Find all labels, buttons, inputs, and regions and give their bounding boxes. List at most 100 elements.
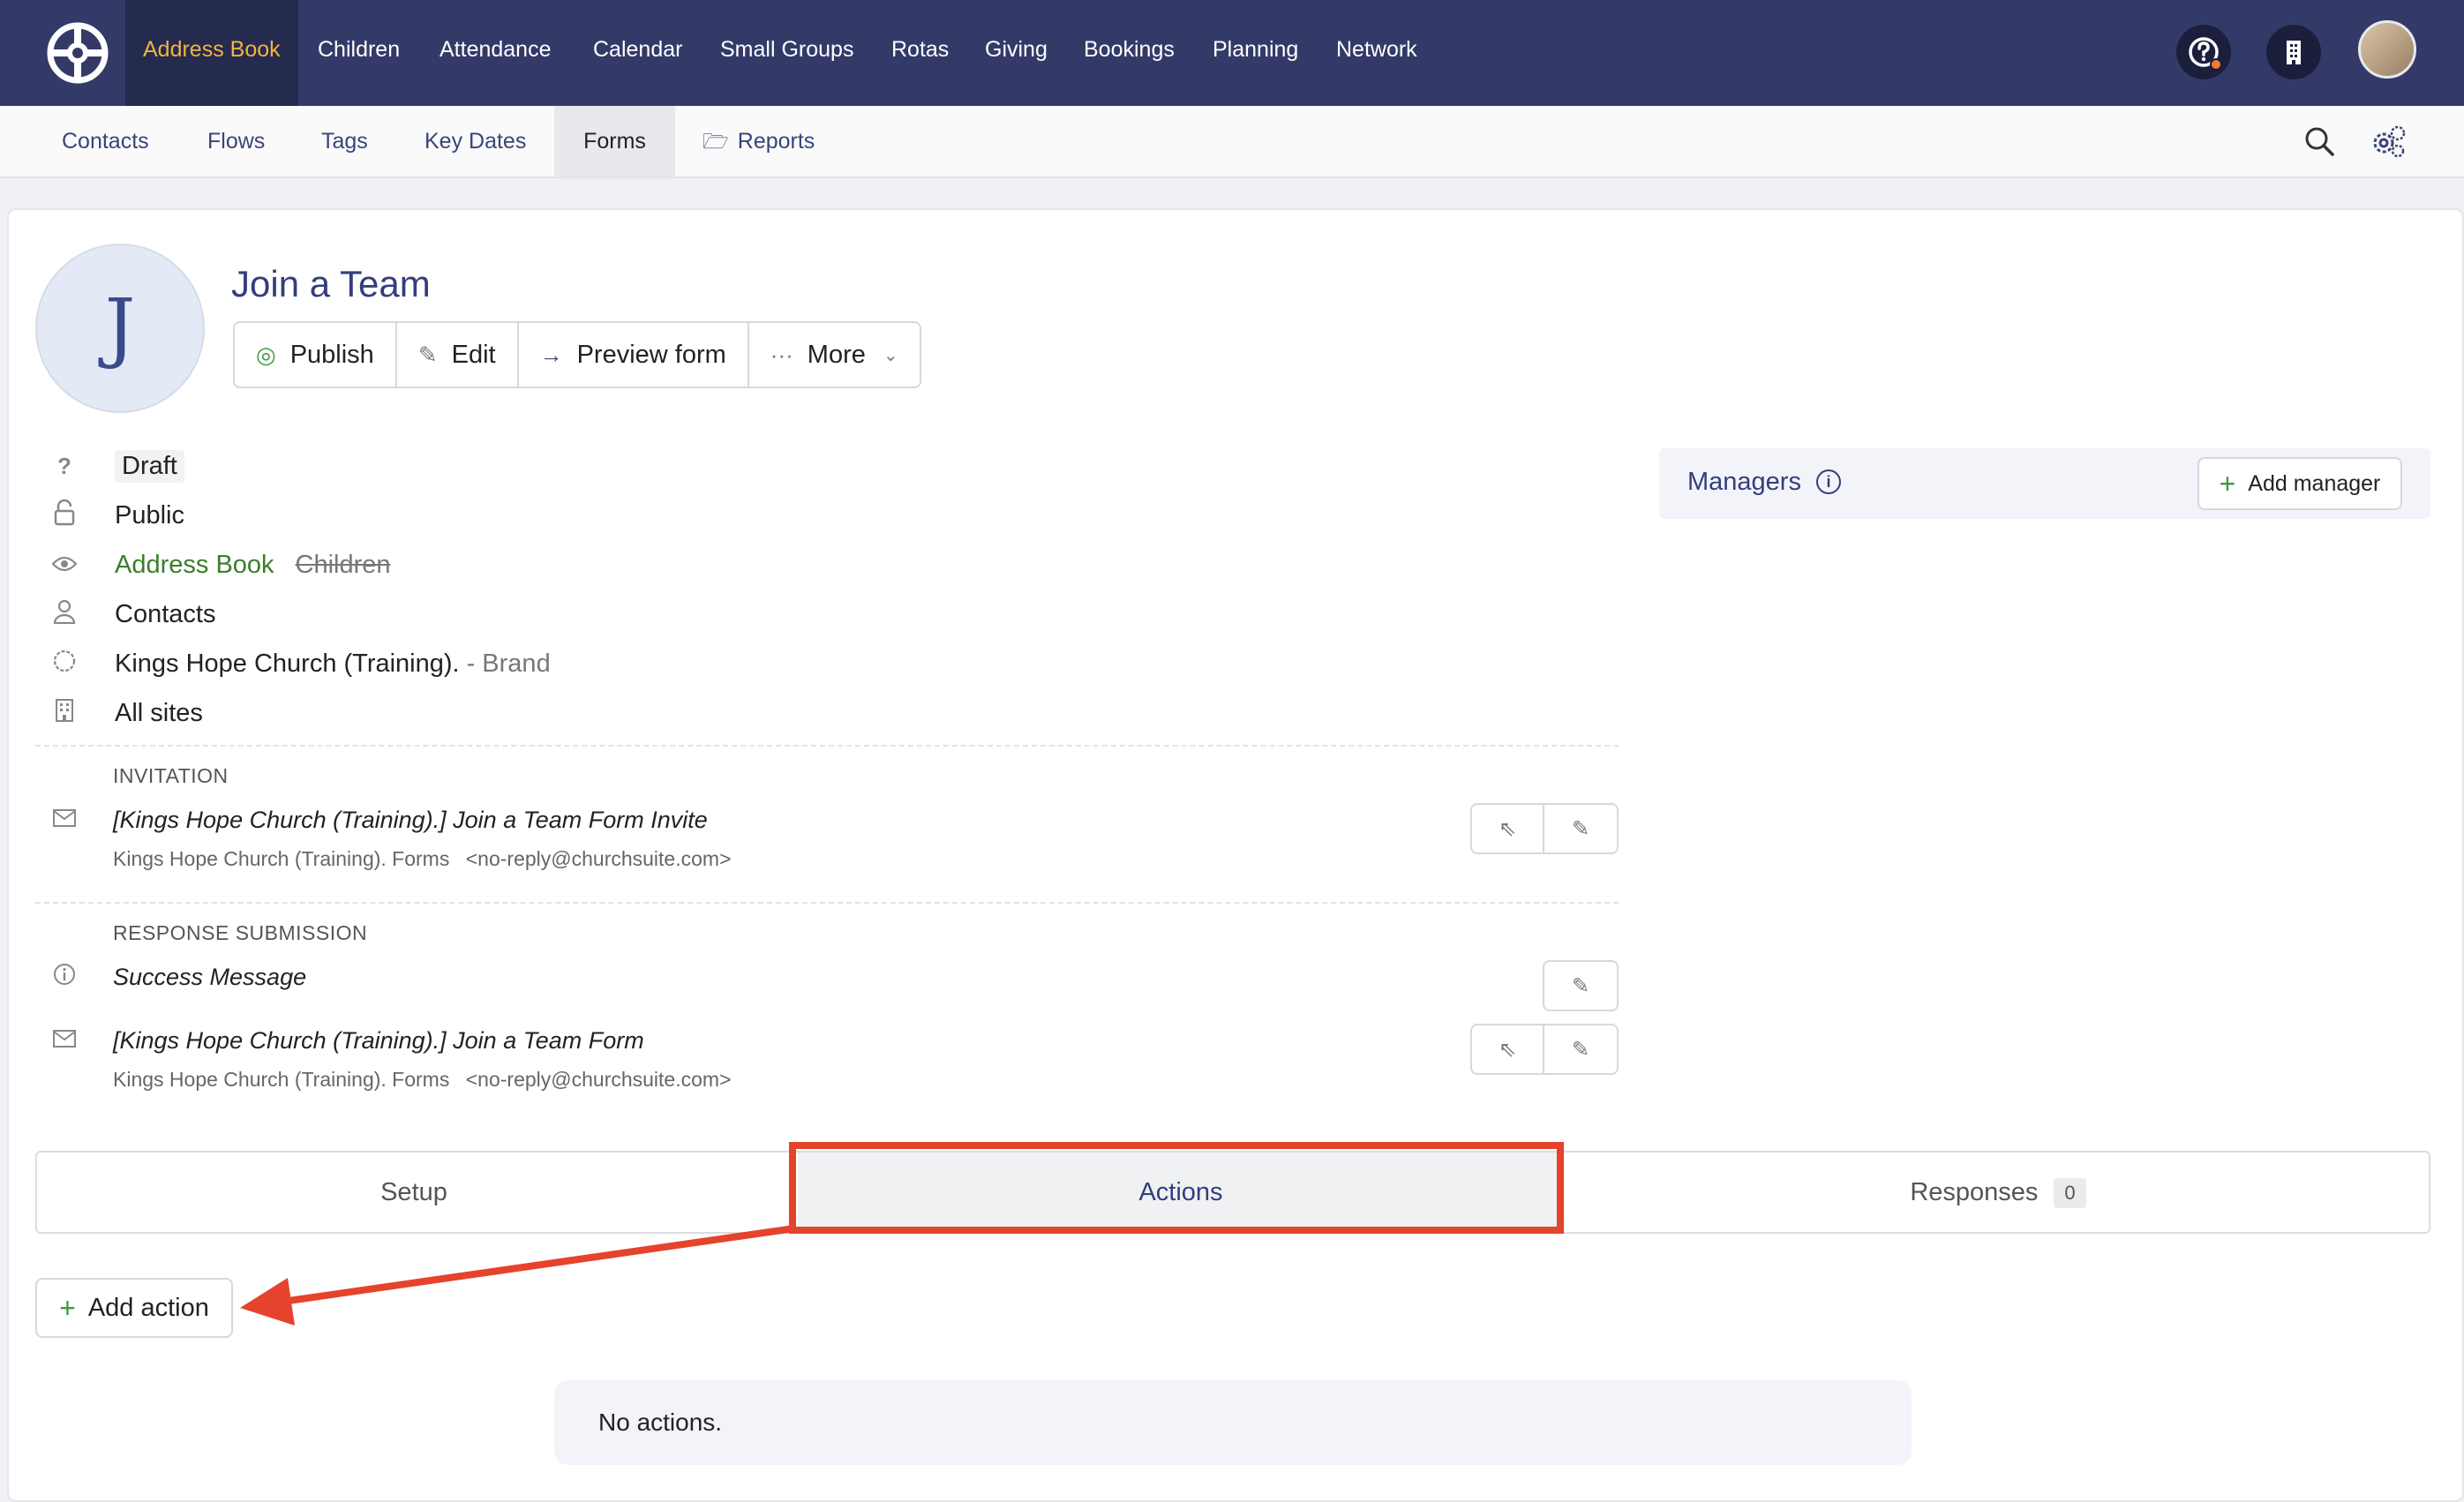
page-title: Join a Team [231, 263, 431, 304]
nav-bookings[interactable]: Bookings [1084, 0, 1175, 106]
response-subject: [Kings Hope Church (Training).] Join a T… [113, 1027, 644, 1054]
audience-row: Contacts [49, 597, 215, 632]
nav-planning[interactable]: Planning [1213, 0, 1298, 106]
nav-attendance[interactable]: Attendance [439, 0, 552, 106]
help-icon [2189, 37, 2222, 71]
publish-label: Publish [289, 340, 374, 369]
envelope-icon [49, 807, 79, 834]
tab-setup[interactable]: Setup [37, 1153, 791, 1232]
add-action-button[interactable]: + Add action [35, 1278, 233, 1338]
preview-form-button[interactable]: → Preview form [519, 323, 749, 387]
empty-actions-message: No actions. [554, 1380, 1912, 1465]
invitation-send-button[interactable]: ⇖ [1472, 805, 1544, 852]
nav-giving[interactable]: Giving [985, 0, 1048, 106]
help-button[interactable] [2176, 25, 2231, 79]
top-navigation: Address Book Children Attendance Calenda… [0, 0, 2464, 106]
edit-label: Edit [451, 340, 496, 369]
modules-row: Address Book Children [49, 547, 391, 582]
plus-icon: + [59, 1292, 76, 1324]
managers-panel: Managers i + Add manager [1659, 448, 2430, 519]
response-edit-button[interactable]: ✎ [1544, 1025, 1617, 1073]
form-action-buttons: ◎ Publish ✎ Edit → Preview form ··· More… [233, 321, 921, 388]
visibility-row: Public [49, 498, 184, 533]
audience-value: Contacts [115, 599, 216, 628]
response-from: Kings Hope Church (Training). Forms <no-… [113, 1068, 732, 1092]
tab-responses[interactable]: Responses 0 [1564, 1153, 2432, 1232]
brand-name: Kings Hope Church (Training). [115, 649, 460, 678]
subnav-reports[interactable]: 🗁 Reports [702, 106, 815, 176]
question-icon: ? [57, 452, 71, 479]
edit-button[interactable]: ✎ Edit [397, 323, 519, 387]
success-message: Success Message [113, 964, 307, 990]
subnav-flows[interactable]: Flows [207, 106, 265, 176]
nav-small-groups[interactable]: Small Groups [720, 0, 853, 106]
brand-circle-icon [49, 649, 79, 680]
nav-address-book[interactable]: Address Book [125, 0, 298, 106]
tab-responses-label: Responses [1910, 1178, 2039, 1206]
pencil-icon: ✎ [417, 341, 438, 368]
plus-icon: + [2219, 468, 2236, 499]
cursor-pointer-icon: ⇖ [1498, 1037, 1517, 1062]
info-icon [49, 962, 79, 993]
response-label: RESPONSE SUBMISSION [113, 921, 368, 944]
sites-button[interactable] [2266, 25, 2321, 79]
subnav-tags[interactable]: Tags [321, 106, 368, 176]
managers-label: Managers [1687, 468, 1801, 496]
nav-children[interactable]: Children [318, 0, 400, 106]
nav-calendar[interactable]: Calendar [593, 0, 682, 106]
arrow-right-icon: → [539, 341, 563, 368]
brand-row: Kings Hope Church (Training). - Brand [49, 646, 551, 681]
envelope-icon [49, 1027, 79, 1055]
subnav-contacts[interactable]: Contacts [62, 106, 149, 176]
search-icon[interactable] [2303, 125, 2335, 157]
response-from-name: Kings Hope Church (Training). Forms [113, 1068, 450, 1091]
form-avatar: J [35, 244, 205, 413]
building-outline-icon [49, 698, 79, 729]
churchsuite-logo-icon[interactable] [46, 21, 109, 85]
divider [35, 745, 1619, 747]
response-from-email: <no-reply@churchsuite.com> [465, 1068, 732, 1091]
sites-value: All sites [115, 698, 203, 727]
building-icon [2287, 41, 2301, 64]
invitation-from-name: Kings Hope Church (Training). Forms [113, 847, 450, 870]
add-manager-label: Add manager [2248, 470, 2381, 496]
preview-label: Preview form [576, 340, 726, 369]
settings-gear-icon[interactable] [2370, 124, 2408, 159]
subnav-reports-label: Reports [737, 129, 815, 154]
sub-navigation: Contacts Flows Tags Key Dates Forms 🗁 Rep… [0, 106, 2464, 178]
more-dropdown-button[interactable]: ··· More ⌄ [749, 323, 920, 387]
divider [35, 902, 1619, 904]
responses-count-badge: 0 [2054, 1178, 2086, 1209]
pencil-icon: ✎ [1571, 816, 1590, 841]
eye-icon [49, 552, 79, 579]
folder-icon: 🗁 [702, 130, 729, 154]
info-icon[interactable]: i [1816, 469, 1841, 494]
subnav-forms[interactable]: Forms [554, 106, 675, 176]
invitation-buttons: ⇖ ✎ [1470, 803, 1619, 854]
ellipsis-icon: ··· [770, 341, 793, 368]
invitation-from-email: <no-reply@churchsuite.com> [465, 847, 732, 870]
more-label: More [807, 340, 866, 369]
invitation-from: Kings Hope Church (Training). Forms <no-… [113, 847, 732, 871]
visibility-value: Public [115, 500, 184, 529]
invitation-edit-button[interactable]: ✎ [1544, 805, 1617, 852]
success-buttons: ✎ [1543, 960, 1619, 1011]
invitation-label: INVITATION [113, 764, 229, 787]
invitation-subject: [Kings Hope Church (Training).] Join a T… [113, 807, 708, 833]
person-icon [49, 599, 79, 630]
pencil-icon: ✎ [1571, 973, 1590, 998]
add-action-label: Add action [87, 1293, 209, 1322]
user-avatar[interactable] [2358, 20, 2416, 79]
cursor-pointer-icon: ⇖ [1498, 816, 1517, 841]
highlight-box [789, 1142, 1564, 1234]
check-circle-icon: ◎ [256, 341, 276, 368]
success-edit-button[interactable]: ✎ [1544, 962, 1617, 1010]
publish-button[interactable]: ◎ Publish [235, 323, 397, 387]
nav-rotas[interactable]: Rotas [891, 0, 949, 106]
add-manager-button[interactable]: + Add manager [2197, 457, 2402, 510]
subnav-key-dates[interactable]: Key Dates [424, 106, 526, 176]
module-enabled: Address Book [115, 550, 274, 579]
status-row: ? Draft [49, 448, 184, 484]
response-send-button[interactable]: ⇖ [1472, 1025, 1544, 1073]
nav-network[interactable]: Network [1336, 0, 1417, 106]
